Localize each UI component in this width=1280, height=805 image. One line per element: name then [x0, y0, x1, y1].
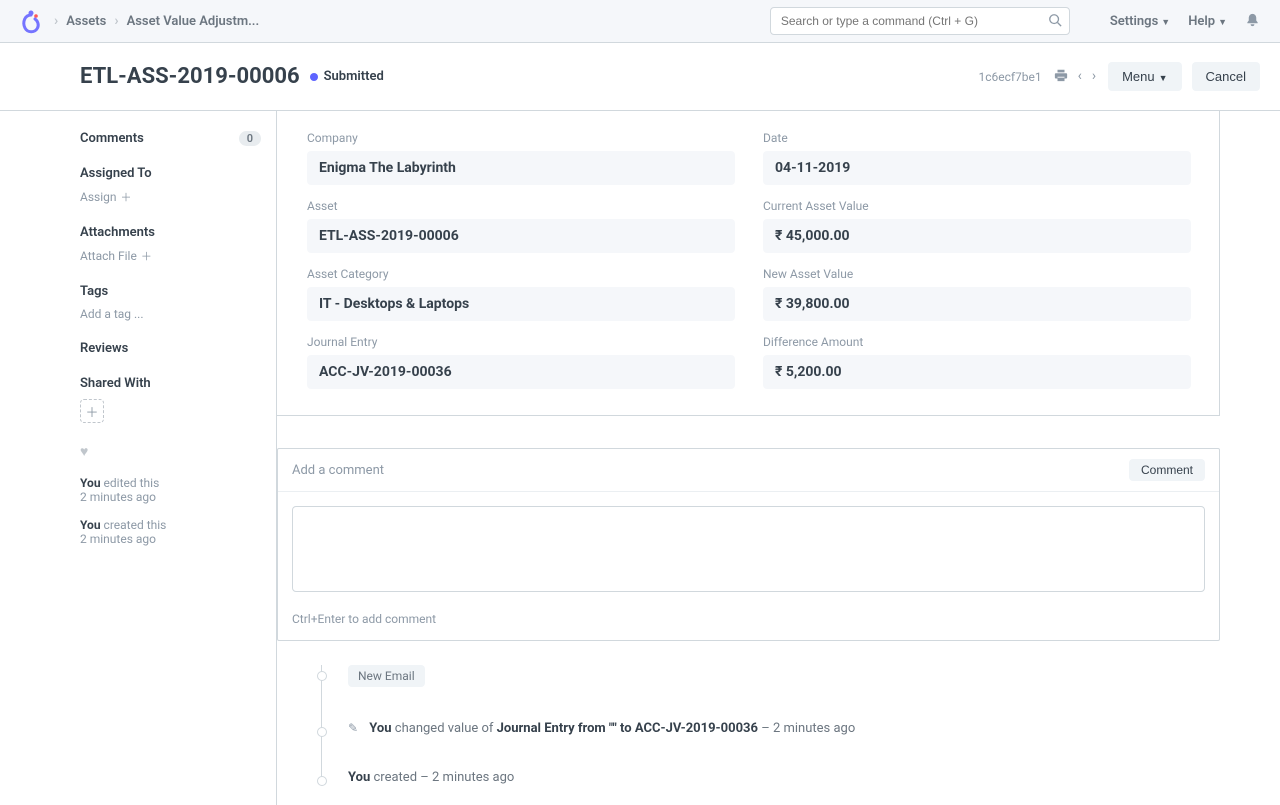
field-date: Date 04-11-2019 [763, 131, 1191, 185]
sidebar: Comments 0 Assigned To Assign＋ Attachmen… [80, 111, 276, 805]
settings-menu[interactable]: Settings▼ [1110, 14, 1170, 29]
comments-count: 0 [239, 131, 261, 146]
diff-value: ₹ 5,200.00 [763, 355, 1191, 389]
timeline-created: You created – 2 minutes ago [348, 770, 1200, 785]
timeline: New Email ✎ You changed value of Journal… [277, 641, 1220, 805]
print-icon[interactable] [1052, 66, 1070, 88]
plus-icon: ＋ [141, 250, 152, 263]
shared-with-header: Shared With [80, 376, 261, 391]
breadcrumb-current[interactable]: Asset Value Adjustm... [127, 14, 260, 29]
comment-title: Add a comment [292, 463, 384, 478]
help-menu[interactable]: Help▼ [1188, 14, 1227, 29]
comment-button[interactable]: Comment [1129, 459, 1205, 481]
comment-hint: Ctrl+Enter to add comment [278, 606, 1219, 640]
breadcrumb-assets[interactable]: Assets [66, 14, 106, 29]
breadcrumb: › Assets › Asset Value Adjustm... [54, 13, 770, 29]
new-email-button[interactable]: New Email [348, 665, 425, 687]
activity-edited: You edited this 2 minutes ago [80, 476, 261, 504]
pencil-icon: ✎ [348, 721, 358, 735]
timeline-new-email: New Email [348, 665, 1200, 687]
company-value[interactable]: Enigma The Labyrinth [307, 151, 735, 185]
form-card: Company Enigma The Labyrinth Date 04-11-… [277, 111, 1220, 416]
reviews-header[interactable]: Reviews [80, 341, 261, 356]
activity-created: You created this 2 minutes ago [80, 518, 261, 546]
field-current-value: Current Asset Value ₹ 45,000.00 [763, 199, 1191, 253]
share-add-button[interactable]: ＋ [80, 399, 104, 423]
category-value[interactable]: IT - Desktops & Laptops [307, 287, 735, 321]
cancel-button[interactable]: Cancel [1192, 62, 1260, 91]
field-diff: Difference Amount ₹ 5,200.00 [763, 335, 1191, 389]
add-tag-button[interactable]: Add a tag ... [80, 307, 261, 321]
app-logo [20, 7, 42, 35]
field-company: Company Enigma The Labyrinth [307, 131, 735, 185]
comments-header[interactable]: Comments 0 [80, 131, 261, 146]
page-header: ETL-ASS-2019-00006 Submitted 1c6ecf7be1 … [0, 43, 1280, 111]
field-new-value: New Asset Value ₹ 39,800.00 [763, 267, 1191, 321]
menu-button[interactable]: Menu▼ [1108, 62, 1181, 91]
page-title: ETL-ASS-2019-00006 [80, 64, 300, 89]
field-asset: Asset ETL-ASS-2019-00006 [307, 199, 735, 253]
asset-value[interactable]: ETL-ASS-2019-00006 [307, 219, 735, 253]
chevron-right-icon: › [54, 13, 58, 29]
search-input[interactable] [770, 7, 1070, 35]
timeline-change: ✎ You changed value of Journal Entry fro… [348, 721, 1200, 736]
navbar: › Assets › Asset Value Adjustm... Settin… [0, 0, 1280, 43]
comment-card: Add a comment Comment Ctrl+Enter to add … [277, 448, 1220, 641]
tags-header: Tags [80, 284, 261, 299]
field-journal: Journal Entry ACC-JV-2019-00036 [307, 335, 735, 389]
attach-file-button[interactable]: Attach File＋ [80, 248, 261, 264]
assign-button[interactable]: Assign＋ [80, 189, 261, 205]
new-value[interactable]: ₹ 39,800.00 [763, 287, 1191, 321]
attachments-header: Attachments [80, 225, 261, 240]
field-category: Asset Category IT - Desktops & Laptops [307, 267, 735, 321]
doc-hash: 1c6ecf7be1 [978, 70, 1041, 84]
status-badge: Submitted [310, 69, 384, 84]
heart-icon[interactable]: ♥ [80, 443, 261, 460]
plus-icon: ＋ [121, 191, 132, 204]
search-icon[interactable] [1048, 13, 1062, 31]
date-value[interactable]: 04-11-2019 [763, 151, 1191, 185]
main-content: Company Enigma The Labyrinth Date 04-11-… [276, 111, 1220, 805]
bell-icon[interactable] [1245, 12, 1260, 31]
comment-textarea[interactable] [292, 506, 1205, 592]
current-value: ₹ 45,000.00 [763, 219, 1191, 253]
journal-value[interactable]: ACC-JV-2019-00036 [307, 355, 735, 389]
prev-icon[interactable]: ‹ [1076, 66, 1084, 88]
chevron-right-icon: › [114, 13, 118, 29]
assigned-to-header: Assigned To [80, 166, 261, 181]
next-icon[interactable]: › [1090, 66, 1098, 88]
